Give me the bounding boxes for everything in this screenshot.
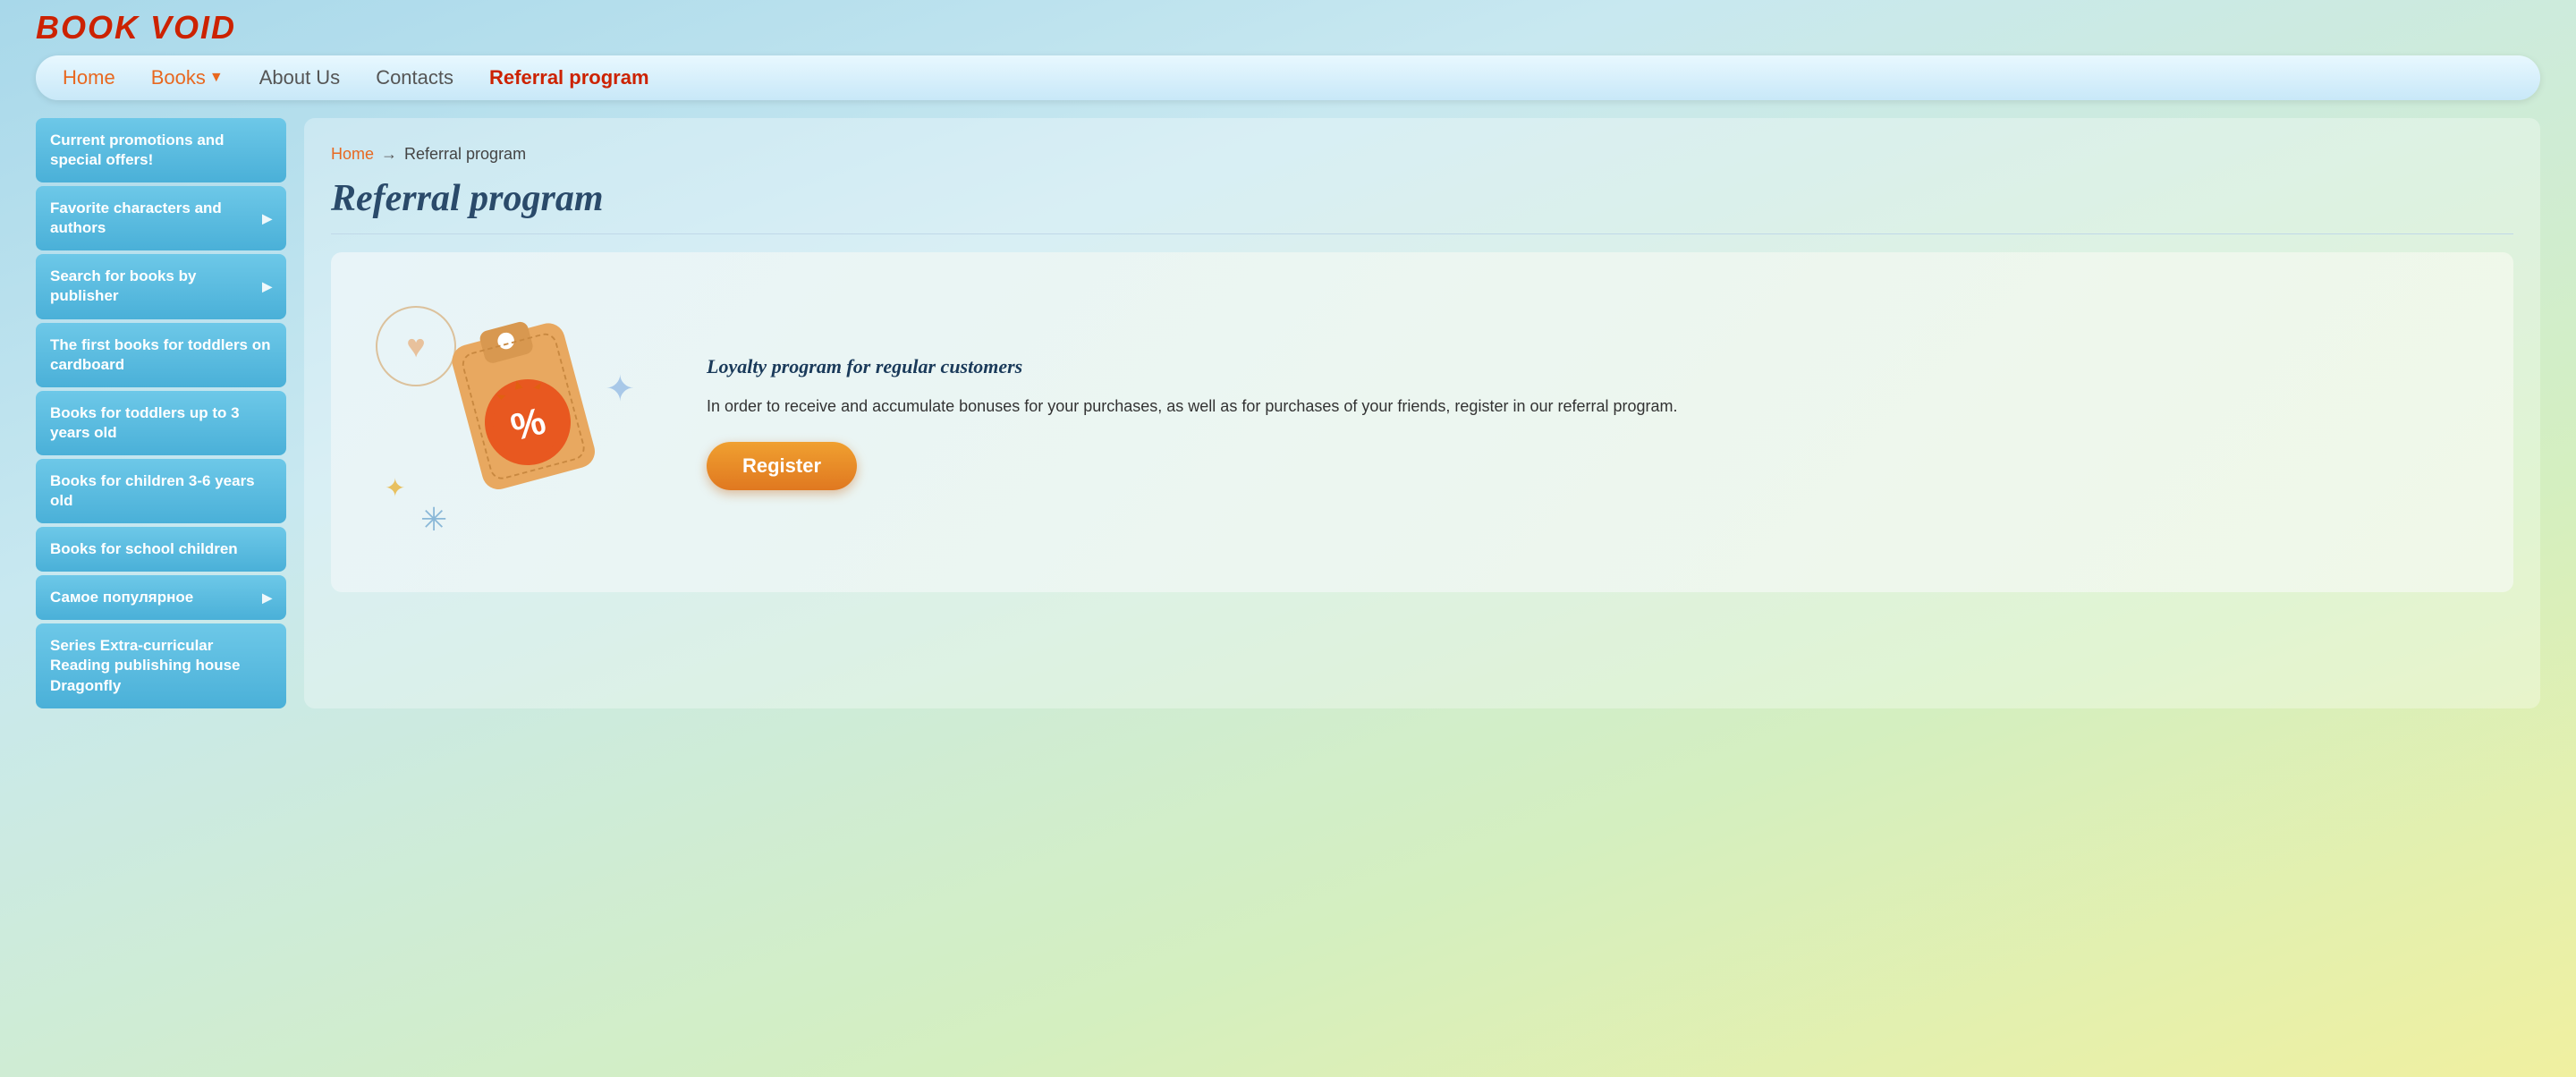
sidebar-item-children36[interactable]: Books for children 3-6 years old xyxy=(36,459,286,523)
books-dropdown-arrow: ▼ xyxy=(209,70,224,86)
nav-books[interactable]: Books ▼ xyxy=(151,66,224,89)
price-tag-icon: % xyxy=(438,315,617,530)
sidebar-item-favorites[interactable]: Favorite characters and authors ▶ xyxy=(36,186,286,250)
sidebar-item-publisher[interactable]: Search for books by publisher ▶ xyxy=(36,254,286,318)
navigation: Home Books ▼ About Us Contacts Referral … xyxy=(36,55,2540,100)
sidebar: Current promotions and special offers! F… xyxy=(36,118,286,708)
sidebar-item-toddlers[interactable]: Books for toddlers up to 3 years old xyxy=(36,391,286,455)
tag-illustration: ♥ xyxy=(367,288,653,556)
nav-contacts[interactable]: Contacts xyxy=(376,66,453,89)
expand-icon-favorites: ▶ xyxy=(262,210,272,226)
breadcrumb-home[interactable]: Home xyxy=(331,145,374,164)
heart-icon: ♥ xyxy=(406,327,425,365)
expand-icon-publisher: ▶ xyxy=(262,278,272,294)
page-title: Referral program xyxy=(331,177,2513,234)
sidebar-item-school[interactable]: Books for school children xyxy=(36,527,286,572)
referral-loyalty-desc: In order to receive and accumulate bonus… xyxy=(707,394,2478,420)
breadcrumb-current: Referral program xyxy=(404,145,526,164)
sidebar-item-promotions[interactable]: Current promotions and special offers! xyxy=(36,118,286,182)
referral-loyalty-title: Loyalty program for regular customers xyxy=(707,354,2478,380)
sidebar-item-firstbooks[interactable]: The first books for toddlers on cardboar… xyxy=(36,323,286,387)
sparkle-small-icon: ✦ xyxy=(385,473,405,503)
referral-card: ♥ xyxy=(331,252,2513,592)
sparkle-large-icon: ✦ xyxy=(605,369,635,410)
register-button[interactable]: Register xyxy=(707,442,857,490)
breadcrumb-arrow: → xyxy=(381,145,397,164)
logo[interactable]: BOOK VOID xyxy=(36,9,236,47)
snowflake-icon: ✳ xyxy=(420,501,447,538)
header: BOOK VOID xyxy=(0,0,2576,55)
nav-referral[interactable]: Referral program xyxy=(489,66,649,89)
nav-home[interactable]: Home xyxy=(63,66,115,89)
breadcrumb: Home → Referral program xyxy=(331,145,2513,164)
nav-about[interactable]: About Us xyxy=(259,66,341,89)
referral-text-section: Loyalty program for regular customers In… xyxy=(707,354,2478,489)
sidebar-item-popular[interactable]: Самое популярное ▶ xyxy=(36,575,286,620)
main-layout: Current promotions and special offers! F… xyxy=(36,118,2540,708)
content-area: Home → Referral program Referral program… xyxy=(304,118,2540,708)
expand-icon-popular: ▶ xyxy=(262,589,272,606)
sidebar-item-series[interactable]: Series Extra-curricular Reading publishi… xyxy=(36,623,286,708)
